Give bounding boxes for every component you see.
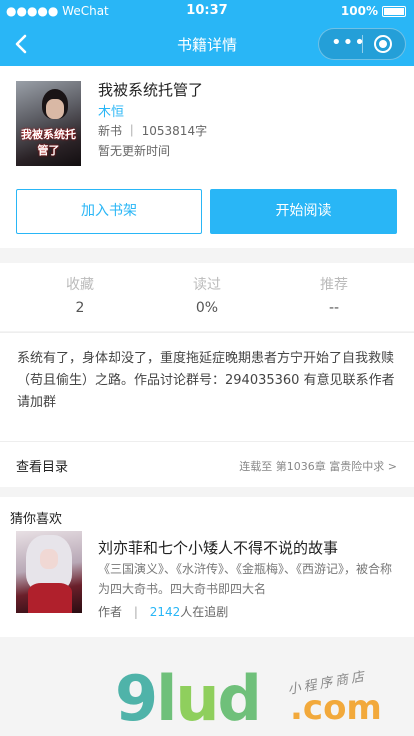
stat-label: 读过 xyxy=(193,277,221,293)
recommend-book-meta: 作者 | 2142人在追剧 xyxy=(98,605,229,619)
battery-percent: 100% xyxy=(340,4,378,18)
description-text: 系统有了，身体却没了，重度拖延症晚期患者方宁开始了自我救赎（苟且偷生）之路。作品… xyxy=(17,351,395,410)
nav-bar: 书籍详情 ••• xyxy=(0,22,414,66)
cover-figure-face xyxy=(46,99,64,119)
recommend-heading: 猜你喜欢 xyxy=(10,512,63,527)
recommend-book-title[interactable]: 刘亦菲和七个小矮人不得不说的故事 xyxy=(98,537,338,558)
recommend-follow-suffix: 人在追剧 xyxy=(180,605,229,619)
stat-read-progress: 读过 0% xyxy=(147,274,267,316)
watermark-suffix: .com xyxy=(290,688,382,728)
recommend-author-label: 作者 xyxy=(98,605,123,619)
stat-value: 0% xyxy=(195,300,219,316)
recommend-book-desc: 《三国演义》、《水浒传》、《金瓶梅》、《西游记》，被合称为四大奇书。四大奇书即四… xyxy=(98,562,393,596)
stat-favorites: 收藏 2 xyxy=(20,274,140,316)
battery-icon xyxy=(382,6,406,17)
toc-latest-chapter: 连载至 第1036章 富贵险中求 > xyxy=(239,460,397,473)
book-cover: 我被系统托管了 xyxy=(16,81,81,166)
book-update-time: 暂无更新时间 xyxy=(98,144,171,158)
miniprogram-capsule: ••• xyxy=(318,28,406,60)
stat-value: -- xyxy=(328,300,340,316)
book-author[interactable]: 木恒 xyxy=(98,101,124,120)
more-icon[interactable]: ••• xyxy=(331,34,366,52)
action-bar: 加入书架 开始阅读 xyxy=(0,178,414,248)
cover-title: 我被系统托管了 xyxy=(21,128,76,157)
stat-recommend: 推荐 -- xyxy=(274,274,394,316)
stat-label: 收藏 xyxy=(66,277,94,293)
capsule-divider xyxy=(362,35,363,53)
book-description: 系统有了，身体却没了，重度拖延症晚期患者方宁开始了自我救赎（苟且偷生）之路。作品… xyxy=(0,332,414,441)
cover-figure-coat xyxy=(28,583,72,613)
status-bar: ●●●●● WeChat 10:37 100% xyxy=(0,0,414,22)
add-to-shelf-button[interactable]: 加入书架 xyxy=(16,189,202,234)
watermark-mark: 9lud xyxy=(115,662,262,735)
cover-figure-face xyxy=(40,549,58,569)
battery-indicator: 100% xyxy=(341,4,406,18)
book-title: 我被系统托管了 xyxy=(98,81,204,99)
recommend-book-cover[interactable] xyxy=(16,531,82,613)
start-reading-button[interactable]: 开始阅读 xyxy=(210,189,397,234)
close-target-icon[interactable] xyxy=(374,35,392,53)
book-meta: 新书 ｜ 1053814字 xyxy=(98,124,208,138)
recommend-follow-count: 2142 xyxy=(149,605,181,619)
book-stats: 收藏 2 读过 0% 推荐 -- xyxy=(0,263,414,331)
stat-label: 推荐 xyxy=(320,277,348,293)
recommend-section: 猜你喜欢 刘亦菲和七个小矮人不得不说的故事 《三国演义》、《水浒传》、《金瓶梅》… xyxy=(0,497,414,637)
watermark-logo: 9lud 小程序商店 .com xyxy=(115,660,414,736)
toc-label: 查看目录 xyxy=(16,460,69,475)
stat-value: 2 xyxy=(75,300,85,316)
table-of-contents-row[interactable]: 查看目录 连载至 第1036章 富贵险中求 > xyxy=(0,441,414,487)
